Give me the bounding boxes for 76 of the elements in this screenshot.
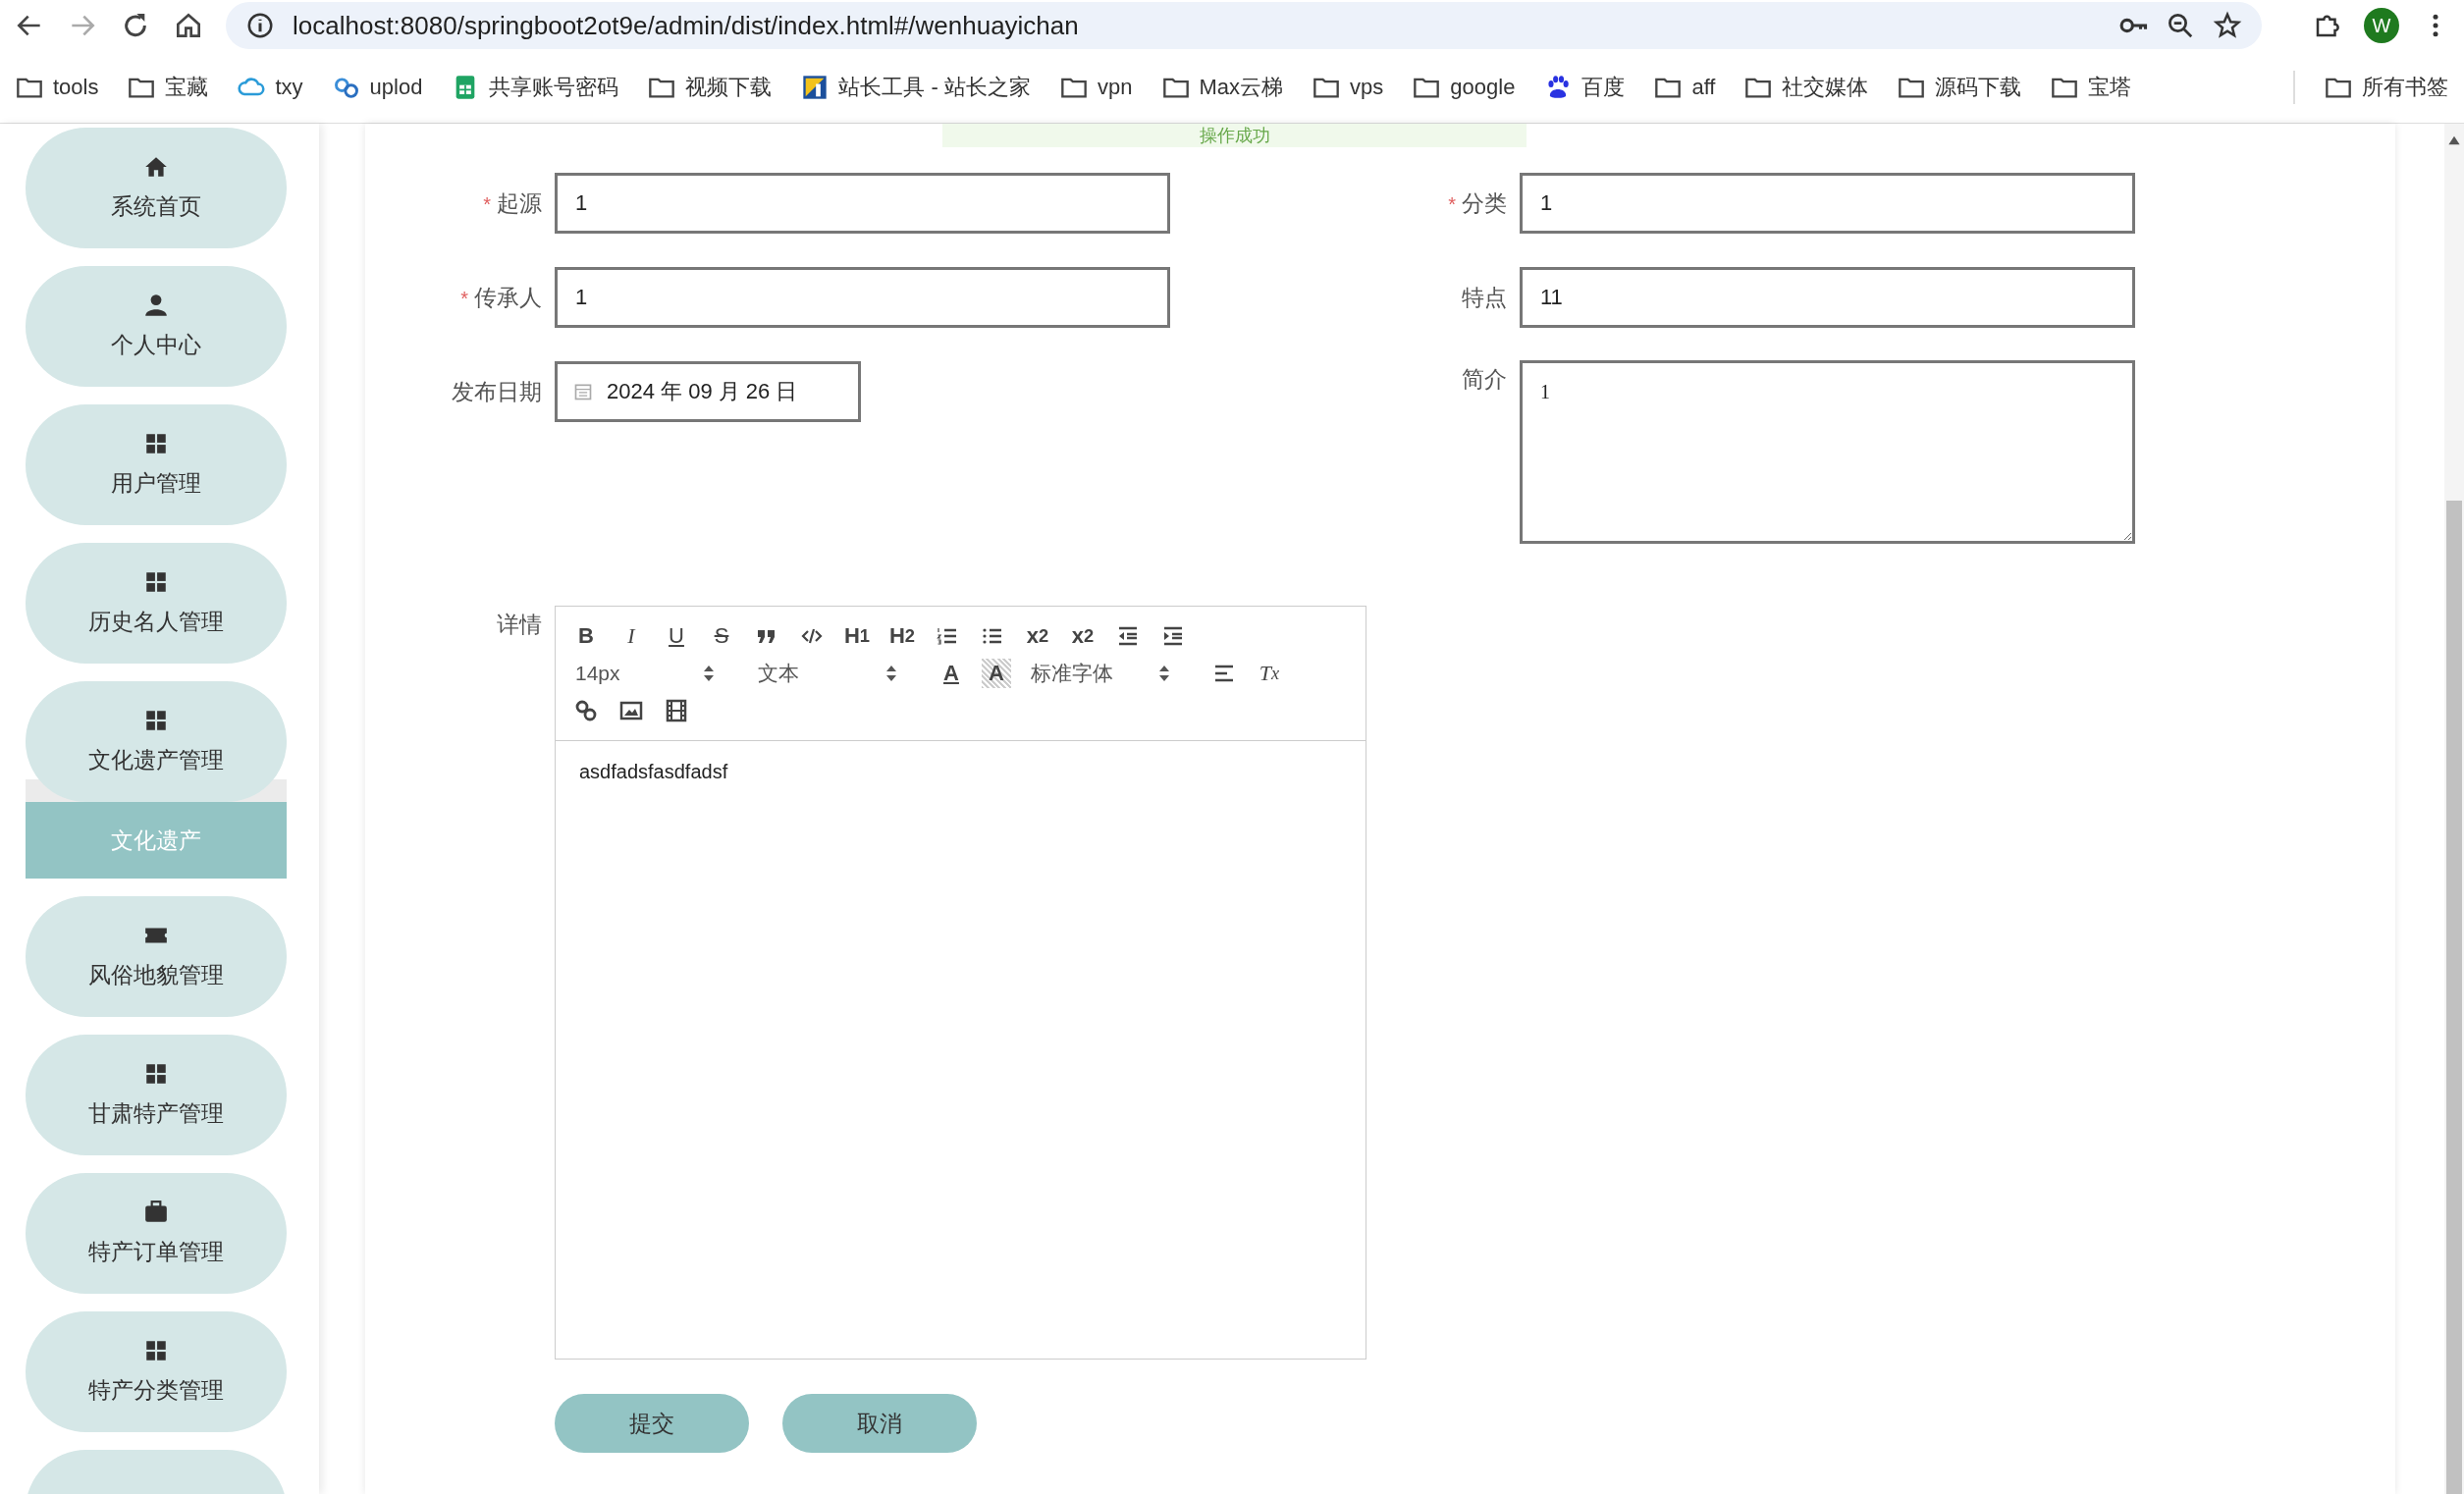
bookmark-link[interactable]: 共享账号密码 bbox=[452, 72, 619, 102]
site-logo-icon bbox=[801, 73, 830, 101]
calendar-icon bbox=[573, 382, 593, 401]
sidebar-menu-item[interactable]: 甘肃特产管理 bbox=[26, 1035, 287, 1155]
bookmark-link[interactable]: 宝藏 bbox=[128, 72, 209, 102]
bookmark-link[interactable]: 视频下载 bbox=[648, 72, 773, 102]
grid-icon bbox=[143, 1061, 169, 1087]
field-label: 特点 bbox=[1461, 284, 1508, 312]
grid-icon bbox=[143, 431, 169, 456]
updown-caret-icon bbox=[885, 664, 897, 683]
updown-caret-icon bbox=[703, 664, 715, 683]
bookmark-link[interactable]: vps bbox=[1312, 73, 1384, 101]
success-toast: 操作成功 bbox=[942, 124, 1527, 147]
bookmark-link[interactable]: Max云梯 bbox=[1161, 72, 1284, 102]
sidebar-menu-item[interactable]: 个人中心 bbox=[26, 266, 287, 387]
sidebar-menu-item[interactable]: 历史名人管理 bbox=[26, 543, 287, 664]
scroll-thumb[interactable] bbox=[2446, 501, 2462, 1494]
format-button[interactable]: A bbox=[982, 659, 1011, 688]
sidebar-menu-item[interactable]: 特产订单管理 bbox=[26, 1173, 287, 1294]
form-button[interactable]: 取消 bbox=[782, 1394, 977, 1453]
bookmark-link[interactable]: 所有书签 bbox=[2325, 72, 2448, 102]
date-picker[interactable]: 2024 年 09 月 26 日 bbox=[555, 361, 861, 422]
indent-icon bbox=[1161, 624, 1185, 648]
profile-avatar[interactable]: W bbox=[2364, 8, 2399, 43]
field-label: * 分类 bbox=[1447, 189, 1508, 218]
star-icon[interactable] bbox=[2213, 11, 2242, 40]
grid-icon bbox=[143, 569, 169, 595]
bookmark-link[interactable]: 百度 bbox=[1544, 72, 1626, 102]
sidebar-menu-item[interactable]: 风俗地貌管理 bbox=[26, 896, 287, 1017]
sidebar-menu-item[interactable]: 特产分类管理 bbox=[26, 1311, 287, 1432]
field-label: * 起源 bbox=[482, 189, 543, 218]
bookmark-link[interactable]: 社交媒体 bbox=[1744, 72, 1869, 102]
bookmark-link[interactable]: aff bbox=[1654, 73, 1716, 101]
bookmark-link[interactable]: uplod bbox=[332, 73, 423, 101]
format-button[interactable]: S bbox=[707, 621, 736, 651]
format-button[interactable]: B bbox=[571, 621, 601, 651]
bookmark-link[interactable]: 站长工具 - 站长之家 bbox=[801, 72, 1031, 102]
text-input[interactable]: 1 bbox=[555, 267, 1170, 328]
bookmark-link[interactable]: google bbox=[1413, 73, 1516, 101]
scrollbar[interactable] bbox=[2444, 124, 2464, 1494]
dropdown-select[interactable]: 文本 bbox=[754, 659, 901, 688]
grid-icon bbox=[143, 1338, 169, 1363]
format-button[interactable]: U bbox=[662, 621, 691, 651]
text-input[interactable]: 1 bbox=[555, 173, 1170, 234]
editor-text: asdfadsfasdfadsf bbox=[578, 760, 729, 784]
format-button[interactable]: I bbox=[616, 621, 646, 651]
dropdown-select[interactable]: 标准字体 bbox=[1027, 659, 1174, 688]
link-icon bbox=[574, 699, 598, 722]
field-label: * 传承人 bbox=[459, 284, 543, 312]
sidebar-menu-item[interactable]: 文化遗产管理 bbox=[26, 681, 287, 802]
address-bar[interactable]: localhost:8080/springboot2ot9e/admin/dist/index.html#/wenhuayichan bbox=[226, 2, 2262, 49]
info-icon[interactable] bbox=[245, 11, 275, 40]
text-input[interactable]: 11 bbox=[1520, 267, 2135, 328]
textarea-field[interactable]: 1 bbox=[1520, 360, 2135, 544]
grid-icon bbox=[143, 708, 169, 733]
video-icon bbox=[665, 699, 688, 722]
field-label: 详情 bbox=[496, 611, 543, 639]
bookmark-link[interactable]: 宝塔 bbox=[2051, 72, 2132, 102]
updown-caret-icon bbox=[1158, 664, 1170, 683]
sidebar-menu-item[interactable]: 用户管理 bbox=[26, 404, 287, 525]
bookmark-link[interactable]: txy bbox=[238, 73, 303, 101]
image-icon bbox=[619, 699, 643, 722]
briefcase-icon bbox=[143, 1200, 169, 1225]
outdent-icon bbox=[1116, 624, 1140, 648]
field-label: 简介 bbox=[1461, 365, 1508, 394]
sidebar-menu-item[interactable]: 系统首页 bbox=[26, 128, 287, 248]
user-icon bbox=[143, 293, 169, 318]
text-input[interactable]: 1 bbox=[1520, 173, 2135, 234]
bookmark-link[interactable]: 源码下载 bbox=[1898, 72, 2022, 102]
zoom-out-icon[interactable] bbox=[2166, 11, 2195, 40]
bookmark-link[interactable]: vpn bbox=[1060, 73, 1133, 101]
bookmark-link[interactable]: tools bbox=[16, 73, 99, 101]
form-button[interactable]: 提交 bbox=[555, 1394, 749, 1453]
field-label: 发布日期 bbox=[451, 378, 543, 406]
dropdown-select[interactable]: 14px bbox=[571, 659, 719, 688]
format-button[interactable]: A bbox=[937, 659, 966, 688]
